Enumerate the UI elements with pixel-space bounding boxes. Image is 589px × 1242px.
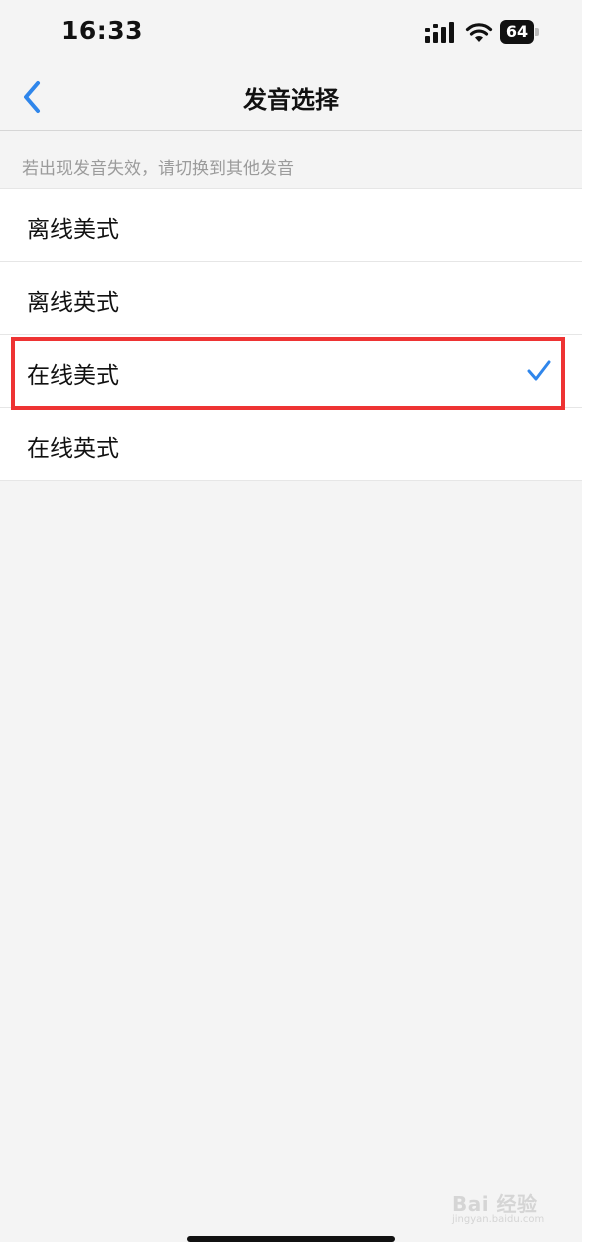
option-offline-uk[interactable]: 离线英式	[0, 262, 582, 335]
page-title: 发音选择	[243, 86, 339, 114]
option-label: 在线英式	[27, 436, 119, 462]
checkmark-icon	[527, 360, 551, 381]
hint-text: 若出现发音失效，请切换到其他发音	[22, 159, 294, 179]
option-online-us[interactable]: 在线美式	[0, 335, 582, 408]
screen: 16:33 64 发音选择 若出现发音失效，请切换到其他发音 离线美式 离线英式…	[0, 0, 582, 1242]
status-time: 16:33	[61, 16, 144, 45]
option-label: 离线美式	[27, 217, 119, 243]
option-online-uk[interactable]: 在线英式	[0, 408, 582, 481]
status-bar: 16:33 64	[0, 0, 582, 64]
pronunciation-list: 离线美式 离线英式 在线美式 在线英式	[0, 188, 582, 481]
option-label: 在线美式	[27, 363, 119, 389]
home-indicator[interactable]	[187, 1236, 395, 1242]
watermark-text: Bai 经验	[452, 1192, 538, 1216]
nav-bar: 发音选择	[0, 64, 582, 131]
option-offline-us[interactable]: 离线美式	[0, 189, 582, 262]
battery-cap	[535, 28, 539, 36]
baidu-watermark: Bai 经验 jingyan.baidu.com	[452, 1188, 562, 1228]
right-edge-strip	[582, 0, 589, 1242]
option-label: 离线英式	[27, 290, 119, 316]
battery-level: 64	[505, 22, 529, 41]
signal-icon	[425, 22, 454, 43]
battery-icon: 64	[500, 20, 540, 44]
wifi-icon	[465, 23, 493, 42]
watermark-sub: jingyan.baidu.com	[452, 1214, 545, 1225]
